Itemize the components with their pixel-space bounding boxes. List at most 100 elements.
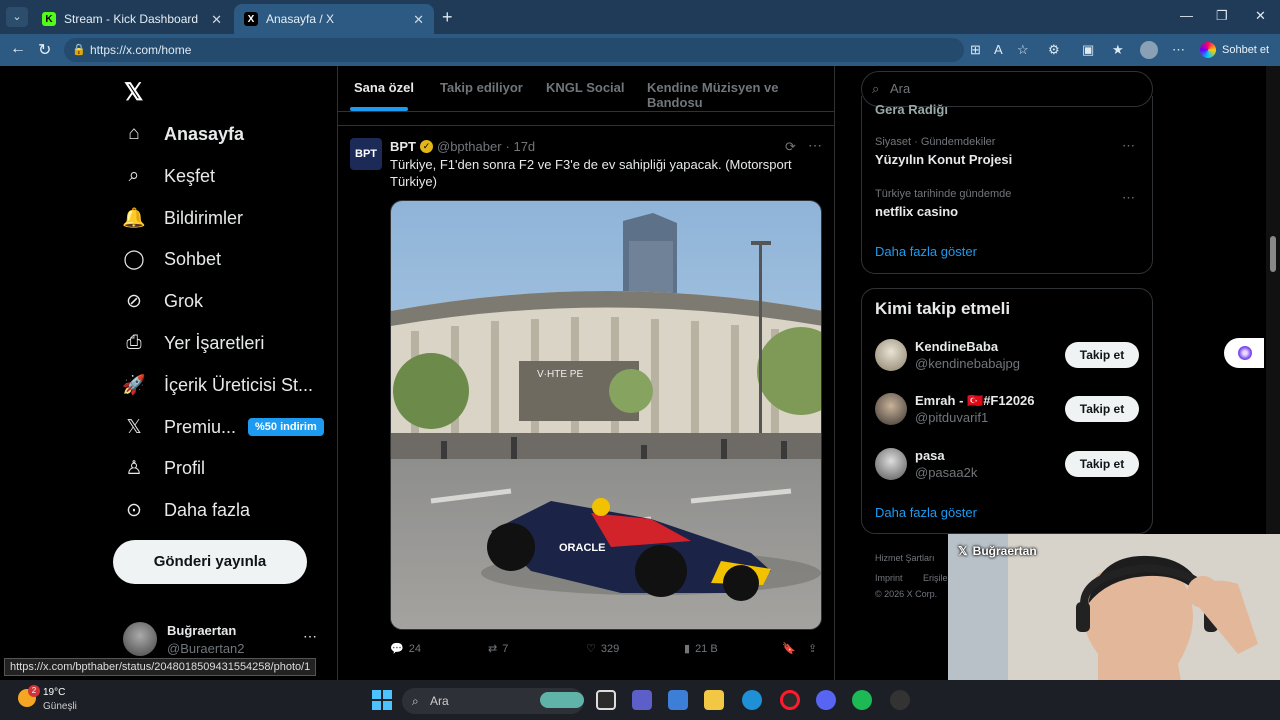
back-icon[interactable]: ← (10, 40, 26, 58)
close-tab-icon[interactable]: ✕ (413, 12, 424, 28)
nav-item-2[interactable]: 🔔 Bildirimler (122, 198, 243, 238)
x-logo-icon[interactable]: 𝕏 (124, 78, 143, 107)
settings-more-icon[interactable]: ⋯ (1172, 42, 1185, 58)
follow-button[interactable]: Takip et (1065, 396, 1139, 422)
bookmark-button[interactable]: 🔖 (782, 642, 796, 655)
tab-x-home[interactable]: X Anasayfa / X ✕ (234, 4, 434, 34)
read-aloud-icon[interactable]: A (994, 42, 1003, 57)
bell-icon: 🔔 (122, 208, 146, 229)
follow-handle[interactable]: @pitduvarif1 (915, 410, 988, 425)
file-explorer-icon[interactable] (704, 690, 724, 710)
follow-handle[interactable]: @pasaa2k (915, 465, 977, 480)
follow-name[interactable]: KendineBaba (915, 339, 998, 354)
nav-item-6[interactable]: 🚀 İçerik Üreticisi St... (122, 365, 313, 405)
post-time[interactable]: · 17d (506, 139, 536, 154)
edge-icon[interactable] (742, 690, 762, 710)
grok-float-button[interactable] (1224, 338, 1264, 368)
trend-name[interactable]: netflix casino (875, 204, 958, 219)
close-window-icon[interactable]: ✕ (1255, 8, 1266, 24)
copilot-chat-button[interactable]: Sohbet et (1200, 42, 1269, 58)
tab-for-you[interactable]: Sana özel (354, 80, 414, 95)
extensions-icon[interactable]: ⚙ (1048, 42, 1060, 58)
restore-icon[interactable]: ❐ (1216, 8, 1228, 24)
nav-item-4[interactable]: ⊘ Grok (122, 281, 203, 321)
browser-profile-avatar[interactable] (1140, 41, 1158, 59)
new-tab-button[interactable]: + (442, 7, 453, 28)
start-button-icon[interactable] (372, 690, 392, 710)
post-action-bar: 💬 24 ⇄ 7 ♡ 329 ▮ 21 B 🔖 ⇪ (390, 642, 822, 658)
account-handle[interactable]: @Buraertan2 (167, 641, 245, 656)
close-tab-icon[interactable]: ✕ (211, 12, 222, 28)
post-author-handle[interactable]: @bpthaber (437, 139, 502, 154)
nav-item-7[interactable]: 𝕏 Premiu... %50 indirim (122, 407, 324, 447)
search-highlight-icon[interactable] (540, 692, 584, 708)
favorites-icon[interactable]: ★ (1112, 42, 1124, 58)
repost-button[interactable]: ⇄ 7 (488, 642, 508, 656)
footer-accessibility-link[interactable]: Erişile (923, 573, 948, 583)
person-icon: ♙ (125, 457, 143, 479)
discord-icon[interactable] (816, 690, 836, 710)
teams-icon[interactable] (632, 690, 652, 710)
nav-item-8[interactable]: ♙ Profil (122, 448, 205, 488)
footer-terms-link[interactable]: Hizmet Şartları (875, 553, 935, 563)
scrollbar-thumb[interactable] (1270, 236, 1276, 272)
notification-badge: 2 (28, 685, 40, 697)
premium-discount-badge[interactable]: %50 indirim (248, 418, 324, 436)
follow-avatar[interactable] (875, 393, 907, 425)
share-button[interactable]: ⇪ (808, 642, 817, 655)
footer-imprint-link[interactable]: Imprint (875, 573, 903, 583)
nav-item-9[interactable]: ⊙ Daha fazla (122, 490, 250, 530)
opera-icon[interactable] (780, 690, 800, 710)
post-button[interactable]: Gönderi yayınla (113, 540, 307, 584)
tab-following[interactable]: Takip ediliyor (440, 80, 523, 95)
post-author-name[interactable]: BPT (390, 139, 416, 154)
weather-desc[interactable]: Güneşli (43, 701, 77, 712)
tab-kngl-social[interactable]: KNGL Social (546, 80, 625, 95)
reply-button[interactable]: 💬 24 (390, 642, 421, 656)
spotify-icon[interactable] (852, 690, 872, 710)
grok-explain-icon[interactable]: ⟳ (785, 139, 796, 155)
account-more-icon[interactable]: ⋯ (303, 628, 317, 645)
follow-handle[interactable]: @kendinebabajpg (915, 356, 1020, 371)
tab-kendine-muzisyen[interactable]: Kendine Müzisyen ve Bandosu (647, 80, 834, 110)
store-icon[interactable] (668, 690, 688, 710)
nav-item-3[interactable]: ◯ Sohbet (122, 239, 221, 279)
post-more-icon[interactable]: ⋯ (808, 137, 822, 154)
tab-kick-dashboard[interactable]: K Stream - Kick Dashboard ✕ (32, 4, 232, 34)
post-photo[interactable]: V·HTE PE ORACLE (390, 200, 822, 630)
follow-name[interactable]: pasa (915, 448, 945, 463)
follow-button[interactable]: Takip et (1065, 342, 1139, 368)
minimize-icon[interactable]: — (1180, 8, 1193, 23)
trend-partial[interactable]: Gera Radiğı (875, 102, 948, 117)
favorite-star-icon[interactable]: ☆ (1017, 42, 1029, 58)
like-button[interactable]: ♡ 329 (586, 642, 619, 656)
obs-icon[interactable] (890, 690, 910, 710)
follow-button[interactable]: Takip et (1065, 451, 1139, 477)
nav-item-5[interactable]: ⎙ Yer İşaretleri (122, 323, 264, 363)
nav-item-label: Grok (164, 290, 204, 311)
refresh-icon[interactable]: ↻ (38, 40, 51, 60)
follow-show-more-link[interactable]: Daha fazla göster (875, 505, 977, 520)
trend-more-icon[interactable]: ⋯ (1122, 138, 1135, 154)
split-screen-icon[interactable]: ▣ (1082, 42, 1094, 58)
task-view-icon[interactable] (596, 690, 616, 710)
nav-item-0[interactable]: ⌂ Anasayfa (122, 114, 244, 154)
trend-category: Siyaset · Gündemdekiler (875, 136, 996, 148)
nav-item-1[interactable]: ⌕ Keşfet (122, 156, 215, 196)
trend-more-icon[interactable]: ⋯ (1122, 190, 1135, 206)
views-button[interactable]: ▮ 21 B (684, 642, 718, 656)
follow-avatar[interactable] (875, 339, 907, 371)
post-author-avatar[interactable]: BPT (350, 138, 382, 170)
account-avatar[interactable] (123, 622, 157, 656)
address-bar[interactable]: 🔒 https://x.com/home (64, 38, 964, 62)
tab-actions-menu-button[interactable]: ⌄ (6, 7, 28, 27)
trends-show-more-link[interactable]: Daha fazla göster (875, 244, 977, 259)
weather-temp[interactable]: 19°C (43, 687, 65, 698)
follow-name[interactable]: Emrah - 🇹🇷#F12026 (915, 393, 1035, 409)
nav-item-label: Premiu... (164, 416, 237, 437)
apps-icon[interactable]: ⊞ (970, 42, 981, 58)
follow-avatar[interactable] (875, 448, 907, 480)
trend-name[interactable]: Yüzyılın Konut Projesi (875, 152, 1012, 167)
site-info-icon[interactable]: 🔒 (72, 38, 86, 62)
account-name[interactable]: Buğraertan (167, 623, 236, 638)
